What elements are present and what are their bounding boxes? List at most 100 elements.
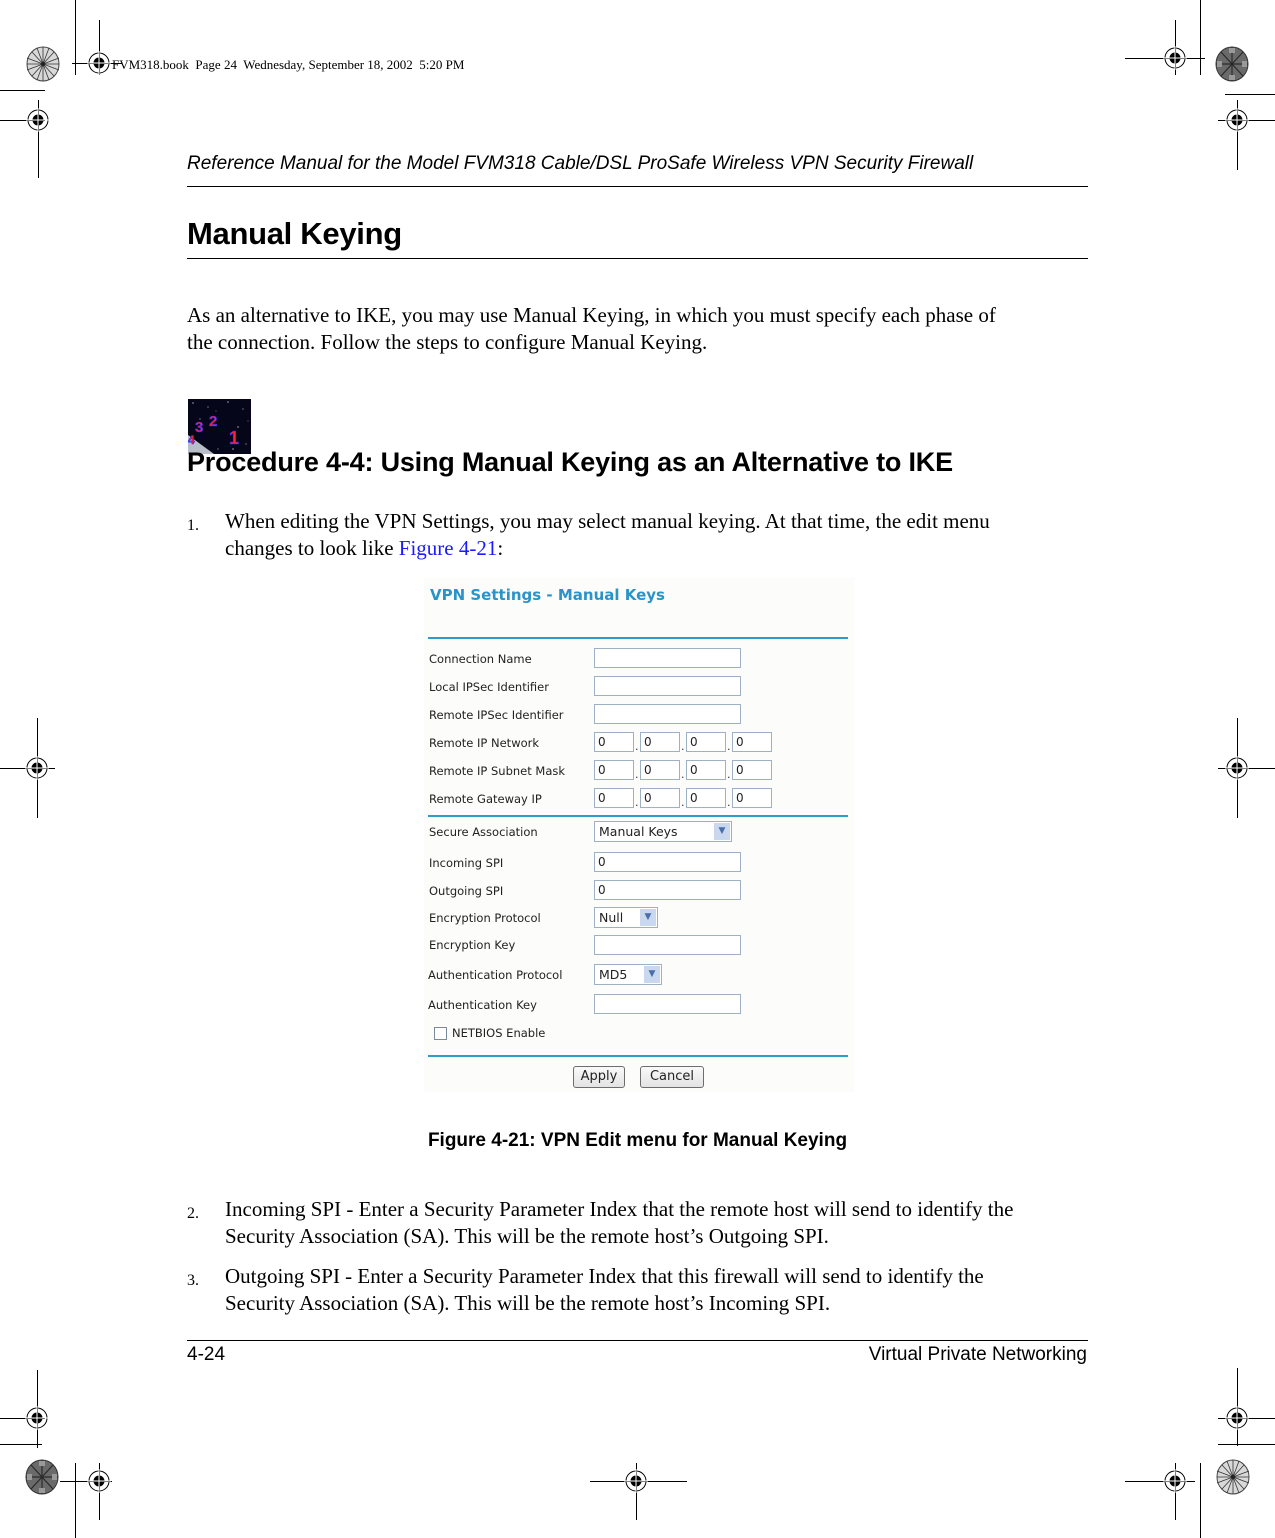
outgoing-spi-label: Outgoing SPI xyxy=(429,884,504,898)
encryption-key-label: Encryption Key xyxy=(429,938,516,952)
authentication-protocol-select[interactable]: MD5 ▼ xyxy=(594,964,662,985)
encryption-protocol-label: Encryption Protocol xyxy=(429,911,541,925)
page-number: 4-24 xyxy=(187,1344,226,1365)
procedure-title: Procedure 4-4: Using Manual Keying as an… xyxy=(187,447,953,477)
figure-caption-text: Figure 4-21: VPN Edit menu for Manual Ke… xyxy=(427,1130,848,1151)
form-divider xyxy=(428,815,848,817)
registration-target-icon xyxy=(624,1469,648,1493)
procedure-countdown-icon: 4 3 2 1 xyxy=(188,399,251,454)
step-text-suffix: : xyxy=(497,536,504,560)
section-title: Manual Keying xyxy=(187,216,402,251)
secure-association-select[interactable]: Manual Keys ▼ xyxy=(594,821,732,842)
step-3: 3. Outgoing SPI - Enter a Security Param… xyxy=(187,1263,1087,1317)
registration-target-icon xyxy=(26,108,50,132)
form-divider xyxy=(428,1055,848,1057)
registration-target-icon xyxy=(87,1469,111,1493)
ip-dot: . xyxy=(635,796,639,809)
apply-button[interactable]: Apply xyxy=(573,1066,625,1088)
header-rule xyxy=(187,186,1088,187)
authentication-protocol-value: MD5 xyxy=(599,967,628,982)
remote-gateway-ip-label: Remote Gateway IP xyxy=(429,792,542,806)
remote-gateway-ip-octet-3[interactable]: 0 xyxy=(686,788,726,808)
remote-ip-network-octet-2[interactable]: 0 xyxy=(640,732,680,752)
chevron-down-icon[interactable]: ▼ xyxy=(714,823,730,840)
step-2: 2. Incoming SPI - Enter a Security Param… xyxy=(187,1196,1087,1250)
registration-target-icon xyxy=(1225,108,1249,132)
ip-dot: . xyxy=(681,740,685,753)
encryption-protocol-value: Null xyxy=(599,910,624,925)
print-info: FVM318.book Page 24 Wednesday, September… xyxy=(112,57,465,72)
rosette-light-icon xyxy=(1216,1459,1250,1495)
remote-ip-network-octet-1[interactable]: 0 xyxy=(594,732,634,752)
section-title-rule xyxy=(187,258,1088,259)
encryption-key-input[interactable] xyxy=(594,935,741,955)
connection-name-label: Connection Name xyxy=(429,652,532,666)
encryption-protocol-select[interactable]: Null ▼ xyxy=(594,907,658,928)
authentication-key-label: Authentication Key xyxy=(428,998,537,1012)
remote-ip-subnet-mask-octet-2[interactable]: 0 xyxy=(640,760,680,780)
crop-line xyxy=(1225,94,1275,95)
outgoing-spi-input[interactable]: 0 xyxy=(594,880,741,900)
registration-target-icon xyxy=(1163,1469,1187,1493)
incoming-spi-label: Incoming SPI xyxy=(429,856,504,870)
remote-ip-subnet-mask-octet-4[interactable]: 0 xyxy=(732,760,772,780)
registration-target-icon xyxy=(1225,1406,1249,1430)
ip-dot: . xyxy=(681,796,685,809)
step-text: Security Association (SA). This will be … xyxy=(225,1224,829,1248)
ip-dot: . xyxy=(727,740,731,753)
step-1: 1. When editing the VPN Settings, you ma… xyxy=(187,508,1087,562)
remote-ipsec-identifier-input[interactable] xyxy=(594,704,741,724)
step-text: Outgoing SPI - Enter a Security Paramete… xyxy=(225,1264,984,1288)
step-text: Security Association (SA). This will be … xyxy=(225,1291,831,1315)
connection-name-input[interactable] xyxy=(594,648,741,668)
remote-ip-network-octet-3[interactable]: 0 xyxy=(686,732,726,752)
crop-line xyxy=(1218,1444,1275,1445)
registration-target-icon xyxy=(1225,756,1249,780)
crop-line xyxy=(0,90,45,91)
registration-target-icon xyxy=(25,756,49,780)
crop-line xyxy=(0,1444,42,1445)
remote-ip-subnet-mask-octet-1[interactable]: 0 xyxy=(594,760,634,780)
cancel-button[interactable]: Cancel xyxy=(640,1066,704,1088)
secure-association-label: Secure Association xyxy=(429,825,538,839)
ip-dot: . xyxy=(727,796,731,809)
netbios-enable-label: NETBIOS Enable xyxy=(452,1026,546,1040)
footer-rule xyxy=(187,1340,1088,1341)
figure-caption: Figure 4-21: VPN Edit menu for Manual Ke… xyxy=(0,1130,1275,1152)
registration-target-icon xyxy=(25,1406,49,1430)
figure-link[interactable]: Figure 4-21 xyxy=(399,536,498,560)
remote-ip-network-octet-4[interactable]: 0 xyxy=(732,732,772,752)
form-title: VPN Settings - Manual Keys xyxy=(430,586,665,604)
step-text: changes to look like Figure 4-21: xyxy=(225,535,1087,562)
chapter-name: Virtual Private Networking xyxy=(868,1344,1087,1365)
chevron-down-icon[interactable]: ▼ xyxy=(644,966,660,983)
svg-text:4: 4 xyxy=(188,433,195,447)
local-ipsec-identifier-label: Local IPSec Identifier xyxy=(429,680,549,694)
remote-ip-subnet-mask-label: Remote IP Subnet Mask xyxy=(429,764,566,778)
incoming-spi-input[interactable]: 0 xyxy=(594,852,741,872)
remote-ip-subnet-mask-octet-3[interactable]: 0 xyxy=(686,760,726,780)
registration-target-icon xyxy=(1163,46,1187,70)
svg-text:3: 3 xyxy=(195,419,203,436)
step-text-prefix: changes to look like xyxy=(225,536,399,560)
local-ipsec-identifier-input[interactable] xyxy=(594,676,741,696)
remote-ip-network-label: Remote IP Network xyxy=(429,736,540,750)
vpn-manual-keys-form: VPN Settings - Manual Keys Connection Na… xyxy=(424,578,854,1092)
registration-target-icon xyxy=(87,51,111,75)
step-number: 1. xyxy=(187,517,199,534)
remote-gateway-ip-octet-4[interactable]: 0 xyxy=(732,788,772,808)
svg-text:2: 2 xyxy=(209,413,217,430)
chevron-down-icon[interactable]: ▼ xyxy=(640,909,656,926)
secure-association-value: Manual Keys xyxy=(599,824,678,839)
netbios-enable-checkbox[interactable] xyxy=(434,1027,447,1040)
step-text: When editing the VPN Settings, you may s… xyxy=(225,509,990,533)
running-head: Reference Manual for the Model FVM318 Ca… xyxy=(187,153,974,174)
remote-gateway-ip-octet-2[interactable]: 0 xyxy=(640,788,680,808)
authentication-key-input[interactable] xyxy=(594,994,741,1014)
step-number: 2. xyxy=(187,1205,199,1222)
rosette-dark-icon xyxy=(25,1459,59,1495)
ip-dot: . xyxy=(635,740,639,753)
ip-dot: . xyxy=(727,768,731,781)
form-divider xyxy=(428,637,848,639)
remote-gateway-ip-octet-1[interactable]: 0 xyxy=(594,788,634,808)
